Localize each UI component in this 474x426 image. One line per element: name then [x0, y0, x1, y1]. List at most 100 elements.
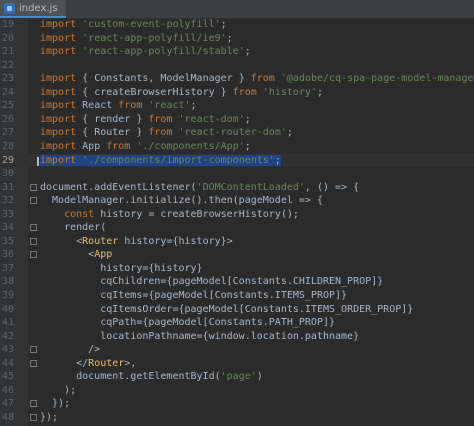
code-line[interactable]: 28 import App from './components/App';: [0, 140, 474, 154]
code-line[interactable]: 40 cqItemsOrder={pageModel[Constants.ITE…: [0, 303, 474, 317]
code-line[interactable]: 35 <Router history={history}>: [0, 235, 474, 249]
line-number: 40: [2, 303, 15, 315]
code-token: import: [40, 113, 83, 125]
code-token: 'DOMContentLoaded': [196, 181, 305, 193]
fold-marker-icon[interactable]: [30, 237, 37, 245]
code-line[interactable]: 23 import { Constants, ModelManager } fro…: [0, 72, 474, 86]
code-token: import: [40, 73, 83, 85]
code-token: { Constants, ModelManager }: [82, 73, 251, 85]
code-token: import: [40, 19, 83, 30]
code-token: cqItemsOrder={pageModel[Constants.ITEMS_…: [40, 303, 414, 315]
code-token: import: [40, 140, 83, 152]
code-line[interactable]: 39 cqItems={pageModel[Constants.ITEMS_PR…: [0, 289, 474, 303]
fold-marker-icon[interactable]: [30, 183, 37, 191]
code-text: import { createBrowserHistory } from 'hi…: [40, 86, 323, 100]
code-text: cqChildren={pageModel[Constants.CHILDREN…: [40, 275, 383, 289]
code-line[interactable]: 42 locationPathname={window.location.pat…: [0, 330, 474, 344]
code-token: 'react': [148, 100, 191, 112]
code-line[interactable]: 24 import { createBrowserHistory } from '…: [0, 86, 474, 100]
code-line[interactable]: 33 const history = createBrowserHistory(…: [0, 208, 474, 222]
code-token: import: [40, 86, 83, 98]
code-line[interactable]: 36 <App: [0, 248, 474, 262]
code-line[interactable]: 22: [0, 59, 474, 73]
code-line[interactable]: 48});: [0, 411, 474, 425]
code-token: ;: [316, 86, 323, 98]
code-line[interactable]: 21 import 'react-app-polyfill/stable';: [0, 45, 474, 59]
code-line[interactable]: 41 cqPath={pageModel[Constants.PATH_PROP…: [0, 316, 474, 330]
code-token: Router: [82, 235, 125, 247]
code-line[interactable]: 29 import './components/import-components…: [0, 153, 474, 168]
code-token: import: [40, 100, 83, 112]
code-line[interactable]: 25 import React from 'react';: [0, 99, 474, 113]
fold-marker-icon[interactable]: [30, 197, 37, 205]
code-token: 'react-app-polyfill/stable': [82, 46, 245, 58]
code-text: import 'custom-event-polyfill';: [40, 18, 227, 32]
code-text: });: [40, 397, 70, 411]
fold-marker-icon[interactable]: [30, 251, 37, 259]
code-line[interactable]: 47 });: [0, 397, 474, 411]
fold-marker-icon[interactable]: [30, 413, 37, 421]
line-number: 19: [2, 19, 15, 30]
code-editor[interactable]: 19 import 'custom-event-polyfill'; 20 impor…: [0, 18, 474, 426]
code-text: cqItems={pageModel[Constants.ITEMS_PROP]…: [40, 289, 347, 303]
fold-marker-icon[interactable]: [30, 400, 37, 408]
code-line[interactable]: 27 import { Router } from 'react-router-d…: [0, 126, 474, 140]
line-number: 46: [2, 384, 15, 396]
code-text: cqPath={pageModel[Constants.PATH_PROP]}: [40, 316, 335, 330]
code-text: });: [40, 411, 58, 425]
code-line[interactable]: 44 </Router>,: [0, 357, 474, 371]
line-number: 44: [2, 357, 15, 369]
code-token: ModelManager.initialize().then(pageModel…: [40, 195, 323, 207]
line-number: 31: [2, 181, 15, 193]
code-text: import React from 'react';: [40, 99, 197, 113]
code-line[interactable]: 30: [0, 167, 474, 181]
code-token: locationPathname={window.location.pathna…: [40, 330, 360, 342]
fold-marker-icon[interactable]: [30, 224, 37, 232]
tab-index-js[interactable]: index.js: [0, 0, 66, 18]
code-line[interactable]: 34 render(: [0, 221, 474, 235]
code-token: { render }: [82, 113, 149, 125]
code-line[interactable]: 45 document.getElementById('page'): [0, 370, 474, 384]
code-token: 'react-app-polyfill/ie9': [82, 32, 227, 44]
code-text: import 'react-app-polyfill/stable';: [40, 45, 251, 59]
code-line[interactable]: 46 );: [0, 384, 474, 398]
code-line[interactable]: 31 document.addEventListener('DOMContentL…: [0, 181, 474, 195]
line-number: 30: [2, 168, 15, 180]
code-line[interactable]: 43 />: [0, 343, 474, 357]
fold-marker-icon[interactable]: [30, 359, 37, 367]
line-number: 33: [2, 208, 15, 220]
fold-marker-icon[interactable]: [30, 346, 37, 354]
code-token: document.getElementById(: [40, 371, 221, 383]
code-text: import { Constants, ModelManager } from …: [40, 72, 474, 86]
code-token: cqItems={pageModel[Constants.ITEMS_PROP]…: [40, 290, 348, 301]
code-line[interactable]: 37 history={history}: [0, 262, 474, 276]
code-token: App: [94, 249, 113, 261]
code-line[interactable]: 32 ModelManager.initialize().then(pageMo…: [0, 194, 474, 208]
code-text: ModelManager.initialize().then(pageModel…: [40, 194, 323, 208]
code-token: from: [106, 140, 137, 152]
code-token: });: [40, 411, 59, 423]
code-token: import: [40, 127, 83, 139]
code-line[interactable]: 26 import { render } from 'react-dom';: [0, 113, 474, 127]
line-number: 43: [2, 344, 15, 356]
code-text: locationPathname={window.location.pathna…: [40, 330, 359, 344]
code-line[interactable]: 20 import 'react-app-polyfill/ie9';: [0, 32, 474, 46]
code-token: from: [250, 73, 281, 85]
code-token: 'react-router-dom': [178, 127, 287, 139]
code-line[interactable]: 38 cqChildren={pageModel[Constants.CHILD…: [0, 275, 474, 289]
code-token: ;: [274, 154, 281, 166]
code-text: </Router>,: [40, 357, 136, 371]
code-line[interactable]: 19 import 'custom-event-polyfill';: [0, 18, 474, 32]
code-token: ;: [220, 19, 227, 30]
line-number: 20: [2, 32, 15, 44]
line-number: 47: [2, 398, 15, 410]
code-token: ;: [244, 113, 251, 125]
code-token: cqPath={pageModel[Constants.PATH_PROP]}: [40, 317, 336, 329]
code-token: import: [40, 154, 83, 166]
code-token: './components/App': [136, 140, 245, 152]
code-token: ;: [226, 32, 233, 44]
code-token: history={history}: [40, 262, 203, 274]
code-text: />: [40, 343, 100, 357]
line-number: 21: [2, 46, 15, 58]
